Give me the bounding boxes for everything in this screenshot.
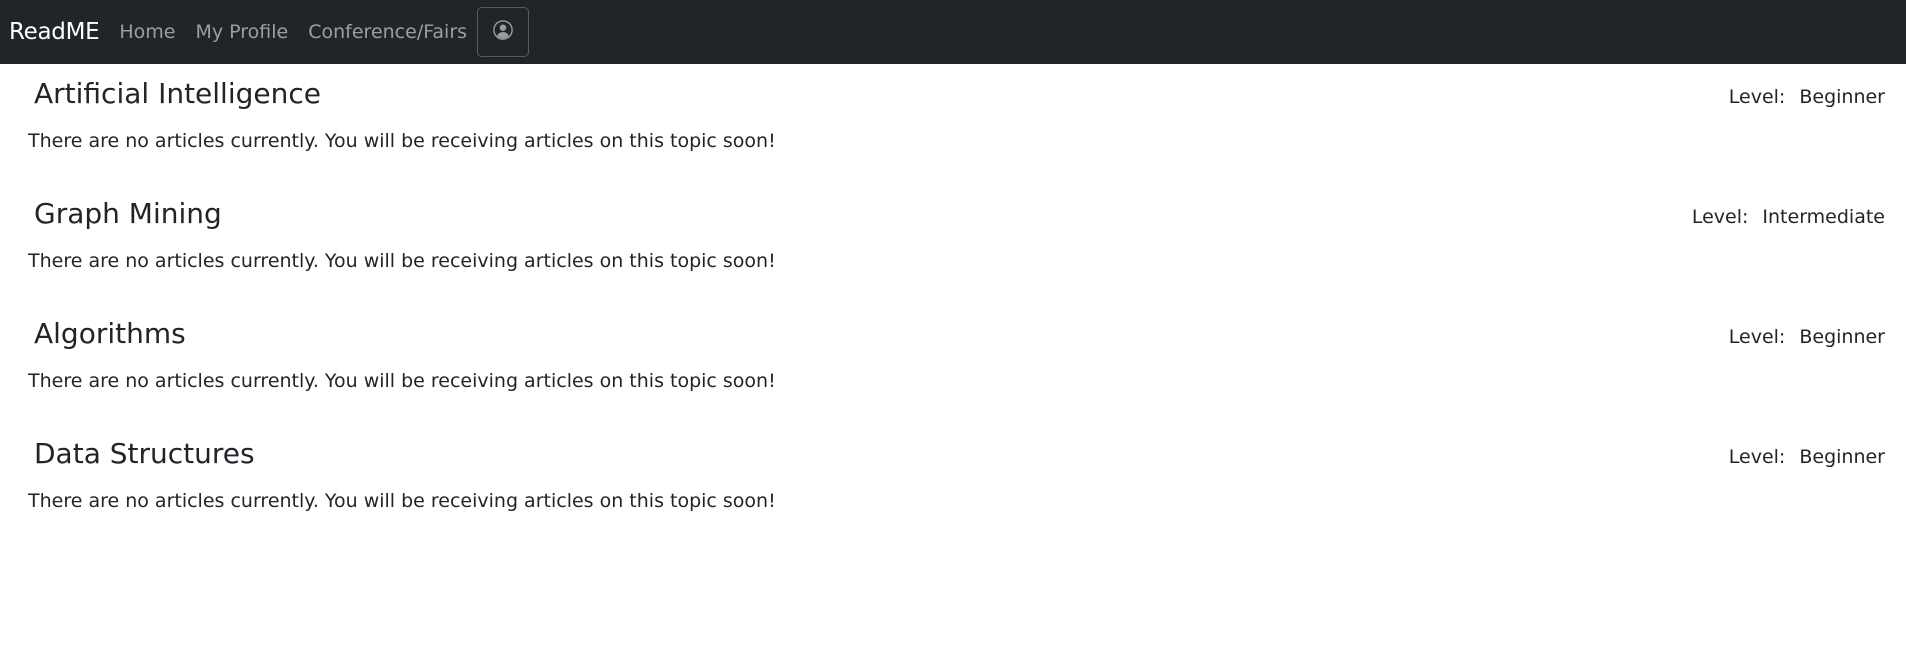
level-label: Level:	[1728, 86, 1786, 108]
topics-list: Artificial Intelligence Level: Beginner T…	[0, 64, 1906, 544]
level-label: Level:	[1728, 326, 1786, 348]
top-navbar: ReadME Home My Profile Conference/Fairs	[0, 0, 1906, 64]
no-articles-message: There are no articles currently. You wil…	[28, 370, 776, 392]
person-circle-icon	[493, 20, 513, 44]
profile-menu-button[interactable]	[477, 7, 530, 57]
topic-level: Level: Beginner	[1729, 326, 1885, 348]
brand-logo-link[interactable]: ReadME	[9, 19, 100, 45]
level-value: Beginner	[1799, 326, 1885, 348]
topic-title: Graph Mining	[34, 197, 222, 230]
topic-title: Algorithms	[34, 317, 186, 350]
level-label: Level:	[1691, 206, 1749, 228]
level-value: Intermediate	[1762, 206, 1885, 228]
topic-title: Data Structures	[34, 437, 255, 470]
nav-link-my-profile[interactable]: My Profile	[195, 21, 288, 43]
topic-card: Data Structures Level: Beginner There are…	[0, 424, 1906, 544]
nav-link-conference-fairs[interactable]: Conference/Fairs	[308, 21, 467, 43]
topic-level: Level: Intermediate	[1692, 206, 1885, 228]
topic-card: Graph Mining Level: Intermediate There ar…	[0, 184, 1906, 304]
level-label: Level:	[1728, 446, 1786, 468]
level-value: Beginner	[1799, 86, 1885, 108]
topic-card: Artificial Intelligence Level: Beginner T…	[0, 64, 1906, 184]
topic-level: Level: Beginner	[1729, 446, 1885, 468]
nav-link-home[interactable]: Home	[119, 21, 175, 43]
no-articles-message: There are no articles currently. You wil…	[28, 490, 776, 512]
topic-title: Artificial Intelligence	[34, 77, 321, 110]
topic-card: Algorithms Level: Beginner There are no a…	[0, 304, 1906, 424]
no-articles-message: There are no articles currently. You wil…	[28, 250, 776, 272]
level-value: Beginner	[1799, 446, 1885, 468]
no-articles-message: There are no articles currently. You wil…	[28, 130, 776, 152]
topic-level: Level: Beginner	[1729, 86, 1885, 108]
